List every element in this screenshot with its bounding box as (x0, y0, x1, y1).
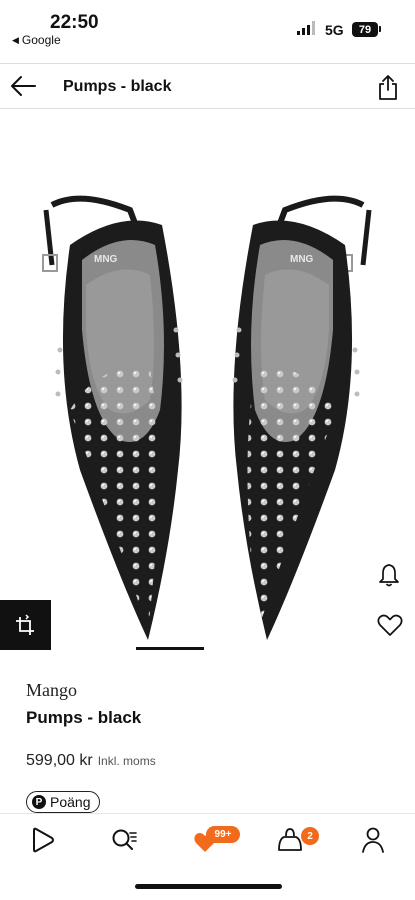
home-icon[interactable] (27, 824, 59, 856)
signal-icon (297, 21, 315, 35)
vat-note: Inkl. moms (97, 754, 156, 768)
points-chip[interactable]: P Poäng (26, 791, 101, 813)
product-name: Pumps - black (26, 708, 142, 727)
price-row: 599,00 kr Inkl. moms (26, 752, 156, 770)
page-title: Pumps - black (63, 78, 172, 95)
bag-badge: 2 (301, 827, 319, 845)
share-icon[interactable] (376, 73, 400, 101)
product-brand[interactable]: Mango (26, 680, 77, 701)
page-header: Pumps - black (0, 63, 415, 109)
home-indicator (135, 884, 282, 889)
view-in-room-button[interactable] (0, 600, 51, 650)
right-shoe: MNG (232, 195, 372, 640)
battery-indicator: 79 (352, 22, 378, 37)
search-icon[interactable] (108, 824, 140, 856)
status-time: 22:50 (50, 12, 99, 33)
product-price: 599,00 kr (26, 752, 93, 769)
product-image[interactable]: MNG MNG (0, 110, 415, 655)
wishlist-nav[interactable]: 99+ (193, 824, 240, 856)
bell-icon[interactable] (376, 562, 402, 588)
view-in-room-icon (15, 614, 34, 635)
profile-icon[interactable] (357, 824, 389, 856)
points-label: Poäng (50, 794, 91, 810)
image-carousel-indicator (136, 647, 204, 650)
shoes-illustration: MNG MNG (42, 195, 372, 640)
heart-icon[interactable] (376, 612, 404, 638)
points-icon: P (32, 795, 46, 809)
logo-left: MNG (94, 254, 118, 265)
bag-nav[interactable]: 2 (275, 824, 319, 856)
logo-right: MNG (290, 254, 314, 265)
battery-tip (379, 26, 381, 32)
left-shoe: MNG (42, 195, 183, 640)
network-label: 5G (325, 22, 344, 38)
back-triangle-icon: ◀ (12, 34, 19, 45)
back-to-app-link[interactable]: ◀ Google (12, 33, 61, 47)
status-bar: 22:50 ◀ Google 5G 79 (0, 0, 415, 62)
back-app-label: Google (21, 33, 61, 47)
arrow-left-icon[interactable] (8, 73, 38, 99)
wishlist-badge: 99+ (206, 826, 240, 843)
